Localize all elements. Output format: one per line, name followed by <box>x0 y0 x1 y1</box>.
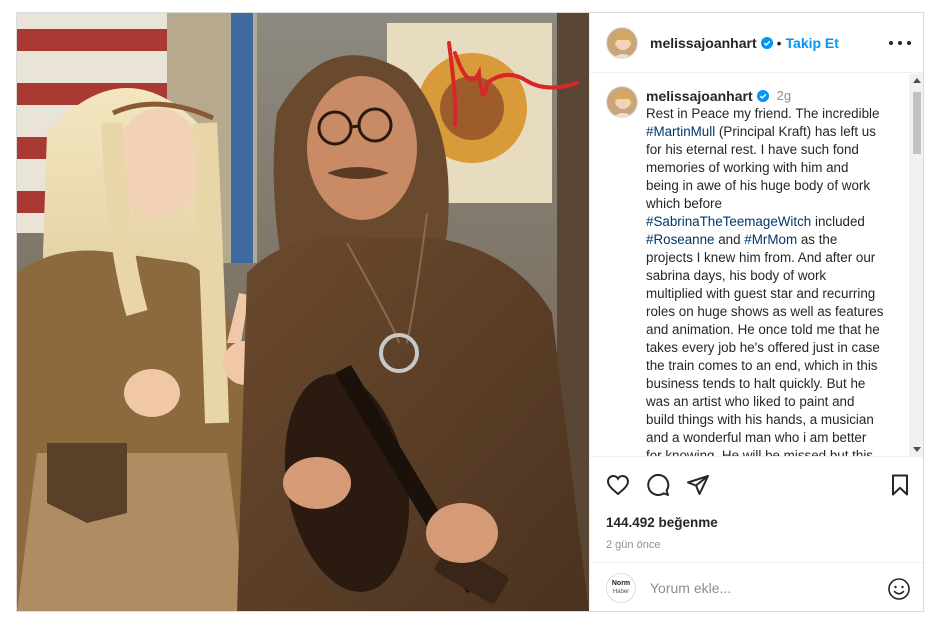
caption-body: melissajoanhart 2g Rest in Peace my frie… <box>646 87 898 456</box>
caption-time: 2g <box>776 88 792 103</box>
post-side-panel: melissajoanhart • Takip Et melissajoanha… <box>589 13 923 611</box>
caption-line: and animation. He once told me that he <box>646 321 898 339</box>
hashtag-link[interactable]: #SabrinaTheTeemageWitch <box>646 214 811 229</box>
caption-text-segment: projects I knew him from. And after our <box>646 250 876 265</box>
caption-line: multiplied with guest star and recurring <box>646 285 898 303</box>
caption-text-segment: multiplied with guest star and recurring <box>646 286 876 301</box>
caption-text-segment: which before <box>646 196 722 211</box>
caption-line: #SabrinaTheTeemageWitch included <box>646 213 898 231</box>
caption-text-segment: takes every job he's offered just in cas… <box>646 340 880 355</box>
caption-text-segment: and a wonderful man who i am better <box>646 430 867 445</box>
caption-line: build things with his hands, a musician <box>646 411 898 429</box>
caption-text-segment: and animation. He once told me that he <box>646 322 880 337</box>
caption-line: projects I knew him from. And after our <box>646 249 898 267</box>
caption-text-segment: included <box>811 214 865 229</box>
caption-line: for his eternal rest. I have such fond <box>646 141 898 159</box>
instagram-post: melissajoanhart • Takip Et melissajoanha… <box>16 12 924 612</box>
caption-text-segment: and <box>714 232 745 247</box>
bookmark-icon[interactable] <box>886 471 914 499</box>
caption-text-segment: business tends to halt quickly. But he <box>646 376 866 391</box>
scroll-down-arrow-icon[interactable] <box>913 447 921 452</box>
avatar-image <box>607 27 637 58</box>
caption-text-segment: roles on huge shows as well as features <box>646 304 884 319</box>
caption-avatar[interactable] <box>606 86 638 118</box>
caption-text-segment: was an artist who liked to paint and <box>646 394 855 409</box>
post-photo-illustration <box>17 13 589 611</box>
caption-text-segment: Rest in Peace my friend. The incredible <box>646 106 880 121</box>
caption-line: for knowing. He will be missed but this <box>646 447 898 456</box>
commenter-logo-line1: Norm <box>611 580 631 587</box>
verified-badge-icon <box>756 90 769 102</box>
commenter-logo-line2: Haber <box>612 589 630 595</box>
caption-text-segment: as the <box>797 232 838 247</box>
scroll-thumb[interactable] <box>913 92 921 154</box>
post-header: melissajoanhart • Takip Et <box>590 13 923 73</box>
caption-line: takes every job he's offered just in cas… <box>646 339 898 357</box>
follow-button[interactable]: Takip Et <box>786 35 839 51</box>
caption-text-segment: memories of working with him and <box>646 160 849 175</box>
post-photo[interactable] <box>17 13 589 611</box>
header-username[interactable]: melissajoanhart <box>650 35 757 51</box>
verified-badge-icon <box>760 36 773 49</box>
caption-line: was an artist who liked to paint and <box>646 393 898 411</box>
comment-bubble-icon[interactable] <box>644 471 672 499</box>
caption-text: Rest in Peace my friend. The incredible #… <box>646 105 898 456</box>
caption-line: and a wonderful man who i am better <box>646 429 898 447</box>
likes-count[interactable]: 144.492 beğenme <box>606 515 718 530</box>
caption-text-segment: for knowing. He will be missed but this <box>646 448 873 456</box>
caption-line: memories of working with him and <box>646 159 898 177</box>
caption-text-segment: (Principal Kraft) has left us <box>715 124 876 139</box>
hashtag-link[interactable]: #MrMom <box>744 232 797 247</box>
caption-text-segment: build things with his hands, a musician <box>646 412 874 427</box>
caption-text-segment: for his eternal rest. I have such fond <box>646 142 859 157</box>
comments-area[interactable]: melissajoanhart 2g Rest in Peace my frie… <box>590 74 923 456</box>
comment-input[interactable] <box>650 580 860 596</box>
more-options-icon[interactable] <box>889 33 911 53</box>
commenter-avatar[interactable]: Norm Haber <box>606 573 636 603</box>
caption-text-segment: the train comes to an end, which in this <box>646 358 878 373</box>
caption-username[interactable]: melissajoanhart <box>646 87 753 105</box>
caption-line: sabrina days, his body of work <box>646 267 898 285</box>
action-icons <box>604 471 914 499</box>
comment-bar: Norm Haber <box>590 562 923 611</box>
hashtag-link[interactable]: #MartinMull <box>646 124 715 139</box>
caption-header: melissajoanhart 2g <box>646 87 898 105</box>
hashtag-link[interactable]: #Roseanne <box>646 232 715 247</box>
caption-line: roles on huge shows as well as features <box>646 303 898 321</box>
caption-line: the train comes to an end, which in this <box>646 357 898 375</box>
comments-scrollbar[interactable] <box>909 74 923 456</box>
caption-line: being in awe of his huge body of work <box>646 177 898 195</box>
caption-line: business tends to halt quickly. But he <box>646 375 898 393</box>
caption-line: #MartinMull (Principal Kraft) has left u… <box>646 123 898 141</box>
caption-line: #Roseanne and #MrMom as the <box>646 231 898 249</box>
caption-line: Rest in Peace my friend. The incredible <box>646 105 898 123</box>
caption-text-segment: being in awe of his huge body of work <box>646 178 871 193</box>
heart-icon[interactable] <box>604 471 632 499</box>
scroll-up-arrow-icon[interactable] <box>913 78 921 83</box>
separator-dot: • <box>776 34 782 51</box>
profile-avatar[interactable] <box>606 26 638 59</box>
avatar-image <box>607 87 637 117</box>
post-date[interactable]: 2 gün önce <box>606 539 660 551</box>
caption-line: which before <box>646 195 898 213</box>
smiley-icon[interactable] <box>887 577 911 601</box>
send-paper-plane-icon[interactable] <box>684 471 712 499</box>
caption-text-segment: sabrina days, his body of work <box>646 268 827 283</box>
post-actions: 144.492 beğenme 2 gün önce <box>590 456 923 570</box>
